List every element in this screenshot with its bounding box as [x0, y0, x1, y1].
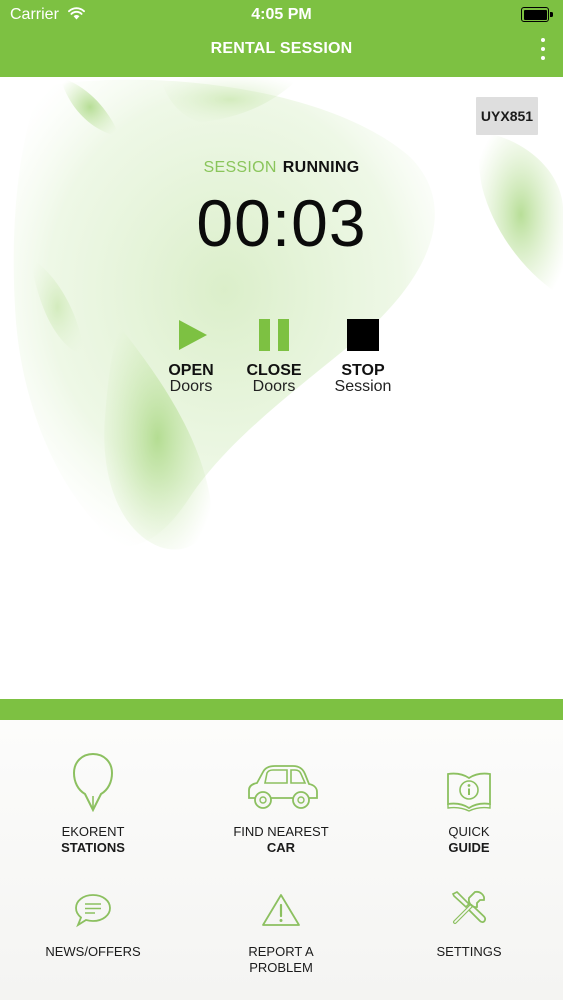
menu-item-label: EKORENT	[61, 824, 125, 839]
status-time: 4:05 PM	[251, 6, 312, 23]
rental-session-screen: Carrier 4:05 PM RENTAL SESSION UYX851 SE…	[0, 0, 563, 1000]
stop-icon	[347, 319, 379, 351]
map-pin-icon	[72, 752, 114, 812]
more-vertical-icon	[541, 38, 545, 42]
app-header: Carrier 4:05 PM RENTAL SESSION	[0, 0, 563, 77]
menu-item-label: NEWS/OFFERS	[45, 944, 141, 959]
info-book-icon	[447, 772, 491, 812]
open-doors-button[interactable]: OPEN Doors	[146, 315, 236, 395]
session-status-label: SESSION	[203, 159, 277, 176]
menu-item-label: REPORT A	[248, 944, 314, 959]
play-icon	[179, 320, 207, 350]
session-panel: UYX851 SESSION RUNNING 00:03 OPEN Doors C…	[0, 77, 563, 699]
menu-item-label-bold: STATIONS	[61, 840, 125, 855]
warning-icon	[262, 894, 300, 926]
car-icon	[248, 765, 318, 809]
session-timer: 00:03	[196, 186, 367, 260]
pause-icon	[259, 319, 289, 351]
menu-item-report-problem[interactable]: REPORT A PROBLEM	[201, 888, 361, 976]
vehicle-plate-badge: UYX851	[476, 97, 538, 135]
control-label: OPEN	[168, 362, 214, 379]
menu-item-label: SETTINGS	[436, 944, 502, 959]
bottom-menu: EKORENT STATIONS FIND NEAREST CAR QUICK …	[0, 720, 563, 1000]
session-status-value: RUNNING	[282, 159, 360, 176]
control-sublabel: Session	[334, 378, 392, 395]
menu-item-find-nearest-car[interactable]: FIND NEAREST CAR	[201, 750, 361, 856]
close-doors-button[interactable]: CLOSE Doors	[229, 315, 319, 395]
menu-item-settings[interactable]: SETTINGS	[389, 888, 549, 960]
more-options-button[interactable]	[537, 37, 549, 61]
status-bar: Carrier 4:05 PM	[0, 0, 563, 30]
menu-item-ekorent-stations[interactable]: EKORENT STATIONS	[13, 750, 173, 856]
menu-item-quick-guide[interactable]: QUICK GUIDE	[389, 750, 549, 856]
menu-item-label-bold: CAR	[266, 840, 296, 855]
menu-item-label: QUICK	[448, 824, 490, 839]
menu-item-label: FIND NEAREST	[233, 824, 329, 839]
menu-divider-strip	[0, 699, 563, 720]
control-label: CLOSE	[246, 362, 302, 379]
control-label: STOP	[341, 362, 385, 379]
control-sublabel: Doors	[169, 378, 213, 395]
session-status: SESSION RUNNING	[0, 159, 563, 177]
menu-item-label-2: PROBLEM	[249, 960, 313, 975]
page-title: RENTAL SESSION	[210, 40, 353, 57]
stop-session-button[interactable]: STOP Session	[318, 315, 408, 395]
tools-icon	[451, 890, 487, 924]
menu-item-label-bold: GUIDE	[448, 840, 490, 855]
chat-bubble-icon	[75, 894, 111, 928]
menu-item-news-offers[interactable]: NEWS/OFFERS	[13, 888, 173, 960]
control-sublabel: Doors	[252, 378, 296, 395]
battery-icon	[521, 7, 553, 22]
